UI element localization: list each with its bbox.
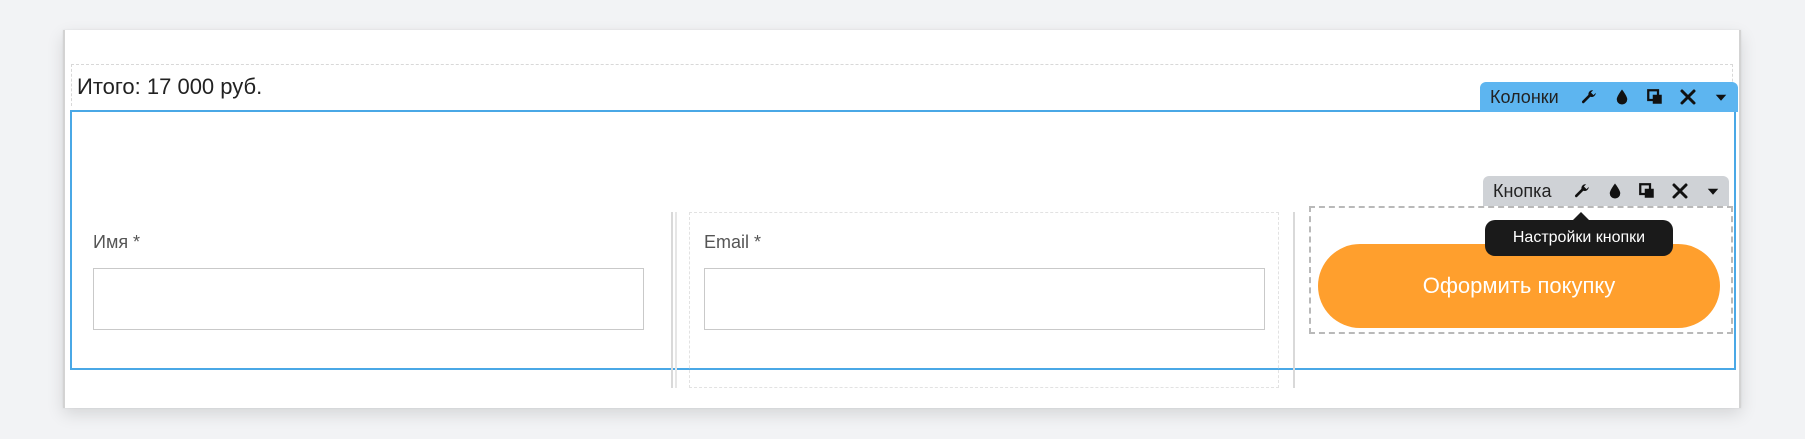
button-toolbar: Кнопка xyxy=(1483,176,1729,206)
drop-icon[interactable] xyxy=(1606,82,1639,112)
columns-toolbar: Колонки xyxy=(1480,82,1738,112)
canvas-right-edge xyxy=(1739,30,1741,408)
close-icon[interactable] xyxy=(1664,176,1697,206)
duplicate-icon[interactable] xyxy=(1639,82,1672,112)
canvas-left-edge xyxy=(63,30,65,408)
columns-toolbar-label: Колонки xyxy=(1490,86,1559,107)
email-field-label: Email * xyxy=(704,232,762,252)
column-divider xyxy=(675,212,677,388)
checkout-button[interactable]: Оформить покупку xyxy=(1318,244,1720,328)
wrench-icon[interactable] xyxy=(1573,82,1606,112)
column-divider xyxy=(1293,212,1295,388)
column-divider xyxy=(671,212,673,388)
name-field-label: Имя * xyxy=(93,232,141,252)
tooltip-arrow xyxy=(1573,212,1589,220)
wrench-icon[interactable] xyxy=(1565,176,1598,206)
button-toolbar-label: Кнопка xyxy=(1493,180,1552,201)
drop-icon[interactable] xyxy=(1598,176,1631,206)
name-field[interactable] xyxy=(93,268,644,330)
close-icon[interactable] xyxy=(1672,82,1705,112)
duplicate-icon[interactable] xyxy=(1631,176,1664,206)
editor-canvas: Итого: 17 000 руб. Колонки Имя * Email *… xyxy=(63,30,1741,408)
order-total-text: Итого: 17 000 руб. xyxy=(77,74,263,99)
caret-down-icon[interactable] xyxy=(1705,82,1738,112)
email-field[interactable] xyxy=(704,268,1265,330)
button-settings-tooltip: Настройки кнопки xyxy=(1485,220,1673,256)
caret-down-icon[interactable] xyxy=(1696,176,1729,206)
